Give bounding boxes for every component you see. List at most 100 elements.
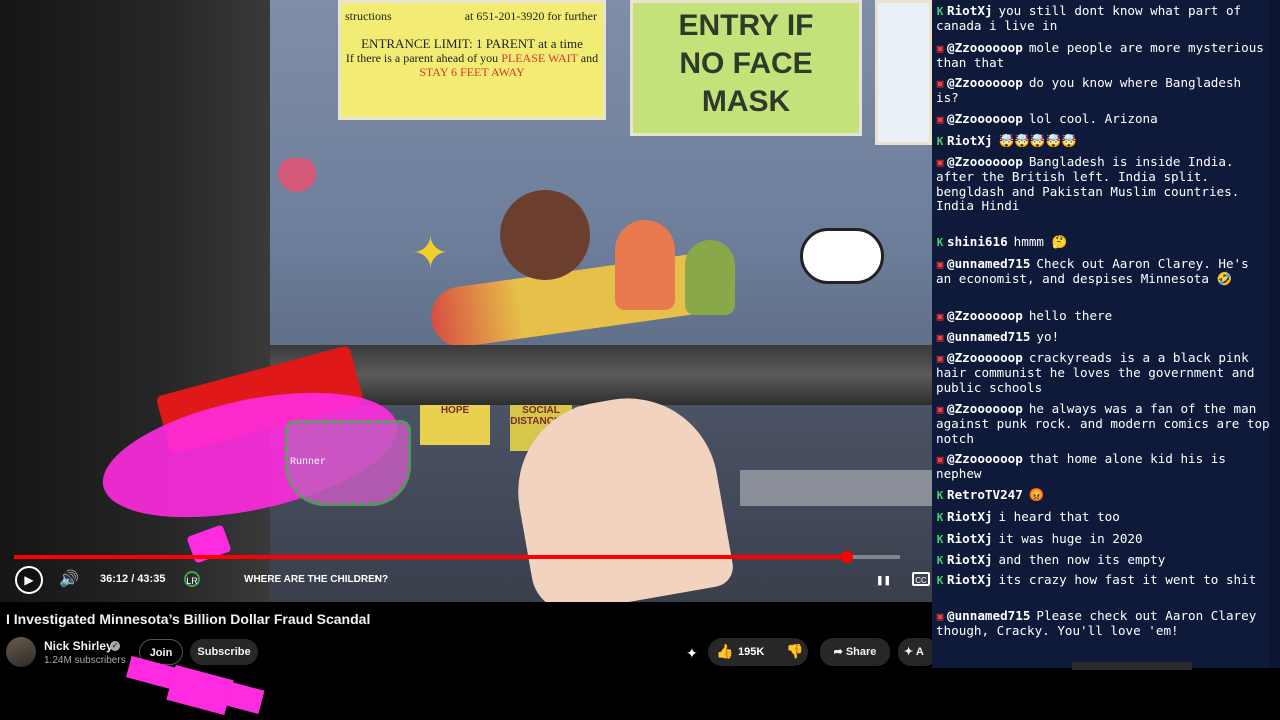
video-player[interactable]: structions at 651-201-3920 for further E…	[0, 0, 932, 602]
poster-text: NO FACE	[679, 47, 813, 80]
youtube-badge-icon: ▣	[936, 453, 944, 466]
chat-message: K RiotXj its crazy how fast it went to shi…	[936, 572, 1270, 588]
volume-icon: 🔊	[59, 571, 79, 588]
chat-username[interactable]: RiotXj	[947, 531, 993, 546]
chat-message-text: 🤯🤯🤯🤯🤯	[998, 133, 1077, 148]
share-button[interactable]: ➦ Share	[820, 638, 890, 666]
sticker-hope: HOPE	[420, 405, 490, 445]
chat-message-text: hello there	[1028, 308, 1113, 323]
chat-message: K RiotXj you still dont know what part of …	[936, 3, 1270, 34]
chat-username[interactable]: RiotXj	[947, 572, 993, 587]
share-label: Share	[845, 646, 877, 658]
twitch-badge-icon: K	[936, 574, 944, 587]
chat-message: ▣ @unnamed715 Check out Aaron Clarey. He's…	[936, 256, 1270, 287]
chat-message: ▣ @Zzoooooop that home alone kid his is ne…	[936, 451, 1270, 482]
like-icon[interactable]: 👍	[716, 643, 733, 660]
avatar[interactable]	[6, 637, 36, 667]
chat-message: ▣ @unnamed715 Please check out Aaron Clare…	[936, 608, 1270, 639]
play-icon: ▶	[24, 573, 34, 587]
twitch-badge-icon: K	[936, 554, 944, 567]
chat-username[interactable]: RiotXj	[947, 3, 993, 18]
chat-username[interactable]: @Zzoooooop	[947, 154, 1023, 169]
mural-cloud	[800, 228, 884, 284]
chat-username[interactable]: @Zzoooooop	[947, 401, 1023, 416]
youtube-badge-icon: ▣	[936, 610, 944, 623]
closed-captions-button[interactable]: CC	[912, 572, 930, 586]
twitch-badge-icon: K	[936, 533, 944, 546]
youtube-badge-icon: ▣	[936, 310, 944, 323]
chat-message: ▣ @Zzoooooop mole people are more mysterio…	[936, 40, 1270, 71]
chat-username[interactable]: RiotXj	[947, 133, 993, 148]
chat-username[interactable]: @unnamed715	[947, 256, 1030, 271]
chat-username[interactable]: @Zzoooooop	[947, 451, 1023, 466]
mural-star: ✦	[412, 229, 449, 278]
channel-name[interactable]: Nick Shirley	[44, 639, 113, 653]
live-chat[interactable]: K RiotXj you still dont know what part of …	[932, 0, 1280, 668]
chat-username[interactable]: RiotXj	[947, 552, 993, 567]
chat-username[interactable]: @Zzoooooop	[947, 350, 1023, 365]
twitch-badge-icon: K	[936, 511, 944, 524]
dislike-icon[interactable]: 👎	[786, 643, 803, 660]
play-button[interactable]: ▶	[15, 566, 43, 594]
progress-scrubber[interactable]	[840, 551, 853, 563]
video-scene-counter	[270, 345, 932, 405]
chat-message: K RetroTV247 😡	[936, 487, 1270, 503]
chat-message: K RiotXj it was huge in 2020	[936, 531, 1270, 547]
progress-bar[interactable]	[14, 551, 900, 563]
verified-icon: ✓	[110, 641, 120, 651]
video-scene-ledge	[740, 470, 932, 506]
chat-message-text: i heard that too	[998, 509, 1120, 524]
chat-message-text: hmmm 🤔	[1013, 234, 1068, 249]
youtube-badge-icon: ▣	[936, 403, 944, 416]
time-display: 36:12 / 43:35	[100, 573, 166, 585]
twitch-badge-icon: K	[936, 236, 944, 249]
chat-message-text: 😡	[1028, 487, 1045, 502]
mural-character	[500, 190, 590, 280]
chat-username[interactable]: RiotXj	[947, 509, 993, 524]
twitch-badge-icon: K	[936, 135, 944, 148]
pause-icon[interactable]: ❚❚	[876, 575, 891, 586]
chat-message: ▣ @Zzoooooop he always was a fan of the ma…	[936, 401, 1270, 446]
chat-message-text: and then now its empty	[998, 552, 1166, 567]
subscribe-button[interactable]: Subscribe	[190, 639, 258, 665]
chat-username[interactable]: @unnamed715	[947, 608, 1030, 623]
chat-message-text: lol cool. Arizona	[1028, 111, 1158, 126]
chat-username[interactable]: shini616	[947, 234, 1008, 249]
chat-message-text: yo!	[1036, 329, 1060, 344]
poster-text: and	[577, 51, 599, 65]
chat-username[interactable]: @Zzoooooop	[947, 111, 1023, 126]
poster-text: If there is a parent ahead of you	[345, 51, 502, 65]
youtube-badge-icon: ▣	[936, 42, 944, 55]
poster-side	[875, 0, 932, 145]
chat-username[interactable]: RetroTV247	[947, 487, 1023, 502]
chat-message: ▣ @Zzoooooop hello there	[936, 308, 1270, 324]
poster-text: ENTRANCE LIMIT: 1 PARENT at a time	[361, 36, 583, 51]
chat-message: K RiotXj 🤯🤯🤯🤯🤯	[936, 133, 1270, 149]
poster-face-mask: ENTRY IF NO FACE MASK	[630, 0, 862, 136]
mural-character	[685, 240, 735, 315]
hype-icon[interactable]: ✦	[686, 645, 698, 662]
chat-username[interactable]: @Zzoooooop	[947, 40, 1023, 55]
video-title: I Investigated Minnesota’s Billion Dolla…	[6, 611, 371, 627]
chat-scrollbar[interactable]	[1270, 0, 1280, 668]
chat-message-text: its crazy how fast it went to shit	[998, 572, 1257, 587]
chat-username[interactable]: @Zzoooooop	[947, 75, 1023, 90]
like-count[interactable]: 195K	[738, 646, 764, 658]
poster-entrance-limit: structions at 651-201-3920 for further E…	[338, 0, 606, 120]
subscriber-count: 1.24M subscribers	[44, 655, 126, 666]
volume-button[interactable]: 🔊	[58, 569, 80, 591]
poster-text: PLEASE WAIT	[501, 51, 578, 65]
chapter-badge: LR	[184, 571, 200, 587]
sparkle-icon: ✦	[904, 646, 916, 658]
sticker-text: HOPE	[440, 405, 470, 416]
progress-fill	[14, 555, 847, 559]
chevron-right-icon[interactable]: ›	[374, 571, 378, 585]
youtube-badge-icon: ▣	[936, 258, 944, 271]
poster-text: ENTRY IF	[678, 9, 814, 42]
chat-username[interactable]: @Zzoooooop	[947, 308, 1023, 323]
chat-username[interactable]: @unnamed715	[947, 329, 1030, 344]
chat-message: K RiotXj and then now its empty	[936, 552, 1270, 568]
youtube-badge-icon: ▣	[936, 331, 944, 344]
chapter-title[interactable]: WHERE ARE THE CHILDREN?	[244, 574, 388, 585]
youtube-badge-icon: ▣	[936, 156, 944, 169]
